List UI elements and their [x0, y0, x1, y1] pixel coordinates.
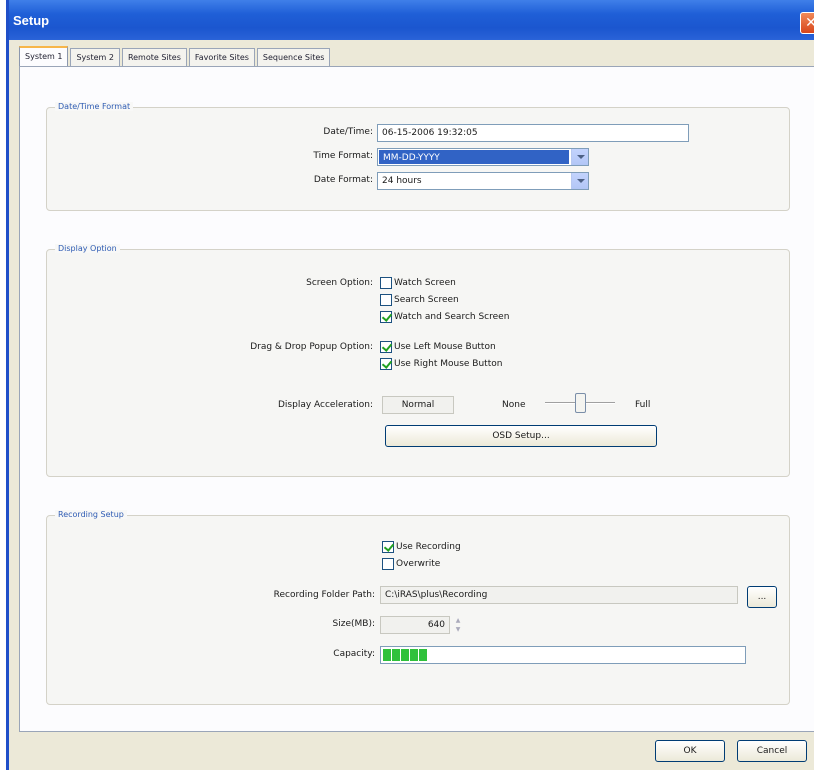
close-icon[interactable]: ✕: [800, 12, 814, 34]
watch-screen-checkbox[interactable]: Watch Screen: [380, 277, 456, 289]
checkbox-box-checked[interactable]: [380, 311, 392, 323]
capacity-fill: [383, 649, 428, 661]
tab-strip: System 1 System 2 Remote Sites Favorite …: [19, 46, 332, 67]
capacity-segment: [419, 649, 427, 661]
slider-max-label: Full: [635, 400, 651, 410]
capacity-segment: [401, 649, 409, 661]
osd-setup-button[interactable]: OSD Setup...: [385, 425, 657, 447]
acceleration-slider[interactable]: [545, 390, 615, 416]
size-spinner[interactable]: ▲ ▼: [453, 616, 463, 634]
left-mouse-label: Use Left Mouse Button: [394, 342, 496, 352]
acceleration-label: Display Acceleration:: [278, 400, 373, 410]
tab-system-2[interactable]: System 2: [70, 48, 120, 66]
datetime-legend: Date/Time Format: [55, 102, 134, 111]
slider-min-label: None: [502, 400, 526, 410]
dragdrop-label: Drag & Drop Popup Option:: [250, 342, 373, 352]
title-bar[interactable]: Setup ✕: [9, 0, 814, 40]
date-format-select[interactable]: 24 hours: [377, 172, 589, 190]
size-field[interactable]: 640: [380, 616, 450, 634]
watch-search-screen-checkbox[interactable]: Watch and Search Screen: [380, 311, 509, 323]
recording-group: Recording Setup Use Recording Overwrite …: [46, 510, 790, 705]
overwrite-checkbox[interactable]: Overwrite: [382, 558, 440, 570]
date-format-value: 24 hours: [382, 176, 422, 186]
date-format-label: Date Format:: [313, 175, 373, 185]
acceleration-value: Normal: [382, 396, 454, 414]
cancel-button[interactable]: Cancel: [737, 740, 807, 762]
chevron-down-icon[interactable]: [571, 149, 588, 165]
checkbox-box[interactable]: [382, 558, 394, 570]
slider-thumb[interactable]: [575, 393, 586, 413]
datetime-label: Date/Time:: [323, 127, 373, 137]
checkbox-box-checked[interactable]: [382, 541, 394, 553]
spin-up-icon[interactable]: ▲: [453, 616, 463, 625]
recording-legend: Recording Setup: [55, 510, 127, 519]
watch-screen-label: Watch Screen: [394, 278, 456, 288]
tab-panel: Date/Time Format Date/Time: 06-15-2006 1…: [19, 66, 814, 732]
capacity-segment: [410, 649, 418, 661]
use-recording-label: Use Recording: [396, 542, 461, 552]
time-format-label: Time Format:: [313, 151, 373, 161]
left-mouse-checkbox[interactable]: Use Left Mouse Button: [380, 341, 496, 353]
capacity-bar: [380, 646, 746, 664]
checkbox-box-checked[interactable]: [380, 341, 392, 353]
overwrite-label: Overwrite: [396, 559, 441, 569]
capacity-segment: [392, 649, 400, 661]
display-group: Display Option Screen Option: Watch Scre…: [46, 244, 790, 477]
chevron-down-icon[interactable]: [571, 173, 588, 189]
folder-path-label: Recording Folder Path:: [273, 590, 375, 600]
time-format-select[interactable]: MM-DD-YYYY: [377, 148, 589, 166]
checkbox-box[interactable]: [380, 277, 392, 289]
screen-option-label: Screen Option:: [306, 278, 373, 288]
search-screen-label: Search Screen: [394, 295, 459, 305]
checkbox-box[interactable]: [380, 294, 392, 306]
tab-sequence-sites[interactable]: Sequence Sites: [256, 48, 331, 66]
checkbox-box-checked[interactable]: [380, 358, 392, 370]
time-format-value: MM-DD-YYYY: [379, 150, 569, 164]
datetime-field[interactable]: 06-15-2006 19:32:05: [377, 124, 689, 142]
right-mouse-checkbox[interactable]: Use Right Mouse Button: [380, 358, 502, 370]
right-mouse-label: Use Right Mouse Button: [394, 359, 503, 369]
folder-path-field[interactable]: C:\iRAS\plus\Recording: [380, 586, 738, 604]
size-label: Size(MB):: [332, 619, 375, 629]
datetime-group: Date/Time Format Date/Time: 06-15-2006 1…: [46, 102, 790, 211]
capacity-segment: [383, 649, 391, 661]
dialog-footer: OK Cancel: [9, 732, 814, 770]
browse-button[interactable]: ...: [747, 586, 777, 608]
tab-system-1[interactable]: System 1: [19, 46, 69, 67]
setup-window: Setup ✕ System 1 System 2 Remote Sites F…: [6, 0, 814, 770]
window-title: Setup: [13, 13, 50, 28]
spin-down-icon[interactable]: ▼: [453, 625, 463, 634]
capacity-label: Capacity:: [333, 649, 375, 659]
display-legend: Display Option: [55, 244, 120, 253]
search-screen-checkbox[interactable]: Search Screen: [380, 294, 459, 306]
ok-button[interactable]: OK: [655, 740, 725, 762]
tab-favorite-sites[interactable]: Favorite Sites: [188, 48, 255, 66]
watch-search-screen-label: Watch and Search Screen: [394, 312, 510, 322]
tab-remote-sites[interactable]: Remote Sites: [121, 48, 187, 66]
use-recording-checkbox[interactable]: Use Recording: [382, 541, 461, 553]
